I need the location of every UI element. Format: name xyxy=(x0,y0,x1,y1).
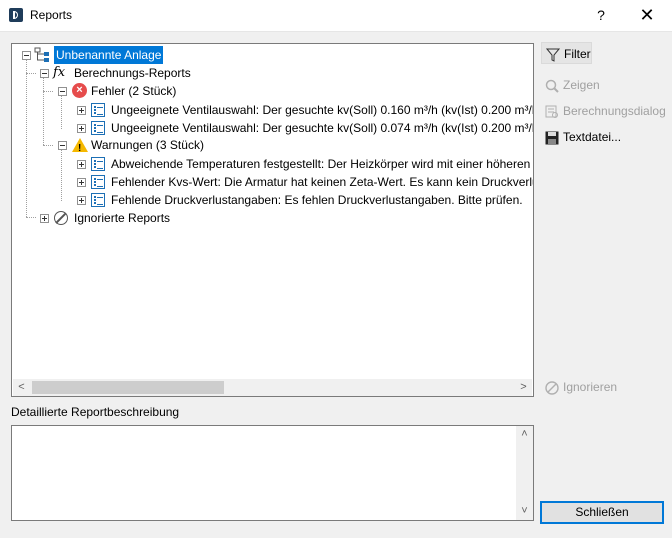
collapse-toggle[interactable] xyxy=(58,87,67,96)
help-button[interactable]: ? xyxy=(578,0,624,31)
scroll-right-icon[interactable]: > xyxy=(515,379,532,396)
function-icon: fx xyxy=(53,65,66,80)
tree-node-warning-item-label: Abweichende Temperaturen festgestellt: D… xyxy=(111,157,534,171)
description-textbox[interactable]: ˄ ˅ xyxy=(11,425,534,521)
ignore-button[interactable]: Ignorieren xyxy=(541,376,617,398)
magnifier-icon xyxy=(545,78,559,100)
close-button[interactable]: Schließen xyxy=(540,501,664,524)
report-list-icon xyxy=(91,193,105,207)
scroll-down-icon[interactable]: ˅ xyxy=(516,503,533,520)
calc-dialog-icon xyxy=(545,104,559,126)
app-icon xyxy=(9,8,23,22)
tree-node-errors-label: Fehler (2 Stück) xyxy=(91,84,177,98)
close-window-button[interactable]: ✕ xyxy=(624,0,670,31)
scrollbar-thumb[interactable] xyxy=(32,381,224,394)
report-list-icon xyxy=(91,103,105,117)
filter-button[interactable]: Filter xyxy=(541,42,592,64)
expand-toggle[interactable] xyxy=(77,196,86,205)
collapse-toggle[interactable] xyxy=(40,69,49,78)
filter-label: Filter xyxy=(564,47,591,61)
expand-toggle[interactable] xyxy=(77,178,86,187)
save-icon xyxy=(545,130,559,152)
scroll-up-icon[interactable]: ˄ xyxy=(516,426,533,443)
filter-icon xyxy=(545,47,561,69)
expand-toggle[interactable] xyxy=(40,214,49,223)
description-text xyxy=(12,426,533,432)
show-label: Zeigen xyxy=(563,78,600,92)
report-list-icon xyxy=(91,157,105,171)
tree-node-ignored-label: Ignorierte Reports xyxy=(74,211,171,225)
ignore-label: Ignorieren xyxy=(563,380,618,394)
scroll-left-icon[interactable]: < xyxy=(13,379,30,396)
calc-dialog-label: Berechnungsdialog xyxy=(563,104,666,118)
tree-node-warning-item-label: Fehlender Kvs-Wert: Die Armatur hat kein… xyxy=(111,175,534,189)
report-list-icon xyxy=(91,121,105,135)
collapse-toggle[interactable] xyxy=(22,51,31,60)
calc-dialog-button[interactable]: Berechnungsdialog xyxy=(541,100,666,122)
ban-icon xyxy=(545,380,559,402)
window-title: Reports xyxy=(30,8,73,22)
tree-node-error-item-label: Ungeeignete Ventilauswahl: Der gesuchte … xyxy=(111,121,534,135)
report-list-icon xyxy=(91,175,105,189)
expand-toggle[interactable] xyxy=(77,106,86,115)
tree-node-warnings-label: Warnungen (3 Stück) xyxy=(91,138,204,152)
show-button[interactable]: Zeigen xyxy=(541,74,600,96)
textfile-button[interactable]: Textdatei... xyxy=(541,126,621,148)
horizontal-scrollbar[interactable]: < > xyxy=(13,379,532,396)
vertical-scrollbar[interactable]: ˄ ˅ xyxy=(516,426,533,520)
error-icon: × xyxy=(72,83,87,98)
tree-node-warning-item-label: Fehlende Druckverlustangaben: Es fehlen … xyxy=(111,193,523,207)
collapse-toggle[interactable] xyxy=(58,141,67,150)
title-bar: Reports ? ✕ xyxy=(0,0,672,32)
textfile-label: Textdatei... xyxy=(563,130,622,144)
report-tree[interactable]: Unbenannte Anlage fx Berechnungs-Reports… xyxy=(11,43,534,397)
warning-icon: ! xyxy=(72,138,88,154)
description-label: Detaillierte Reportbeschreibung xyxy=(11,405,180,419)
tree-node-root-label: Unbenannte Anlage xyxy=(54,46,164,64)
tree-node-calc-reports-label: Berechnungs-Reports xyxy=(74,66,191,80)
network-icon xyxy=(34,47,50,63)
ban-icon xyxy=(54,211,68,225)
tree-node-error-item-label: Ungeeignete Ventilauswahl: Der gesuchte … xyxy=(111,103,534,117)
expand-toggle[interactable] xyxy=(77,160,86,169)
expand-toggle[interactable] xyxy=(77,124,86,133)
